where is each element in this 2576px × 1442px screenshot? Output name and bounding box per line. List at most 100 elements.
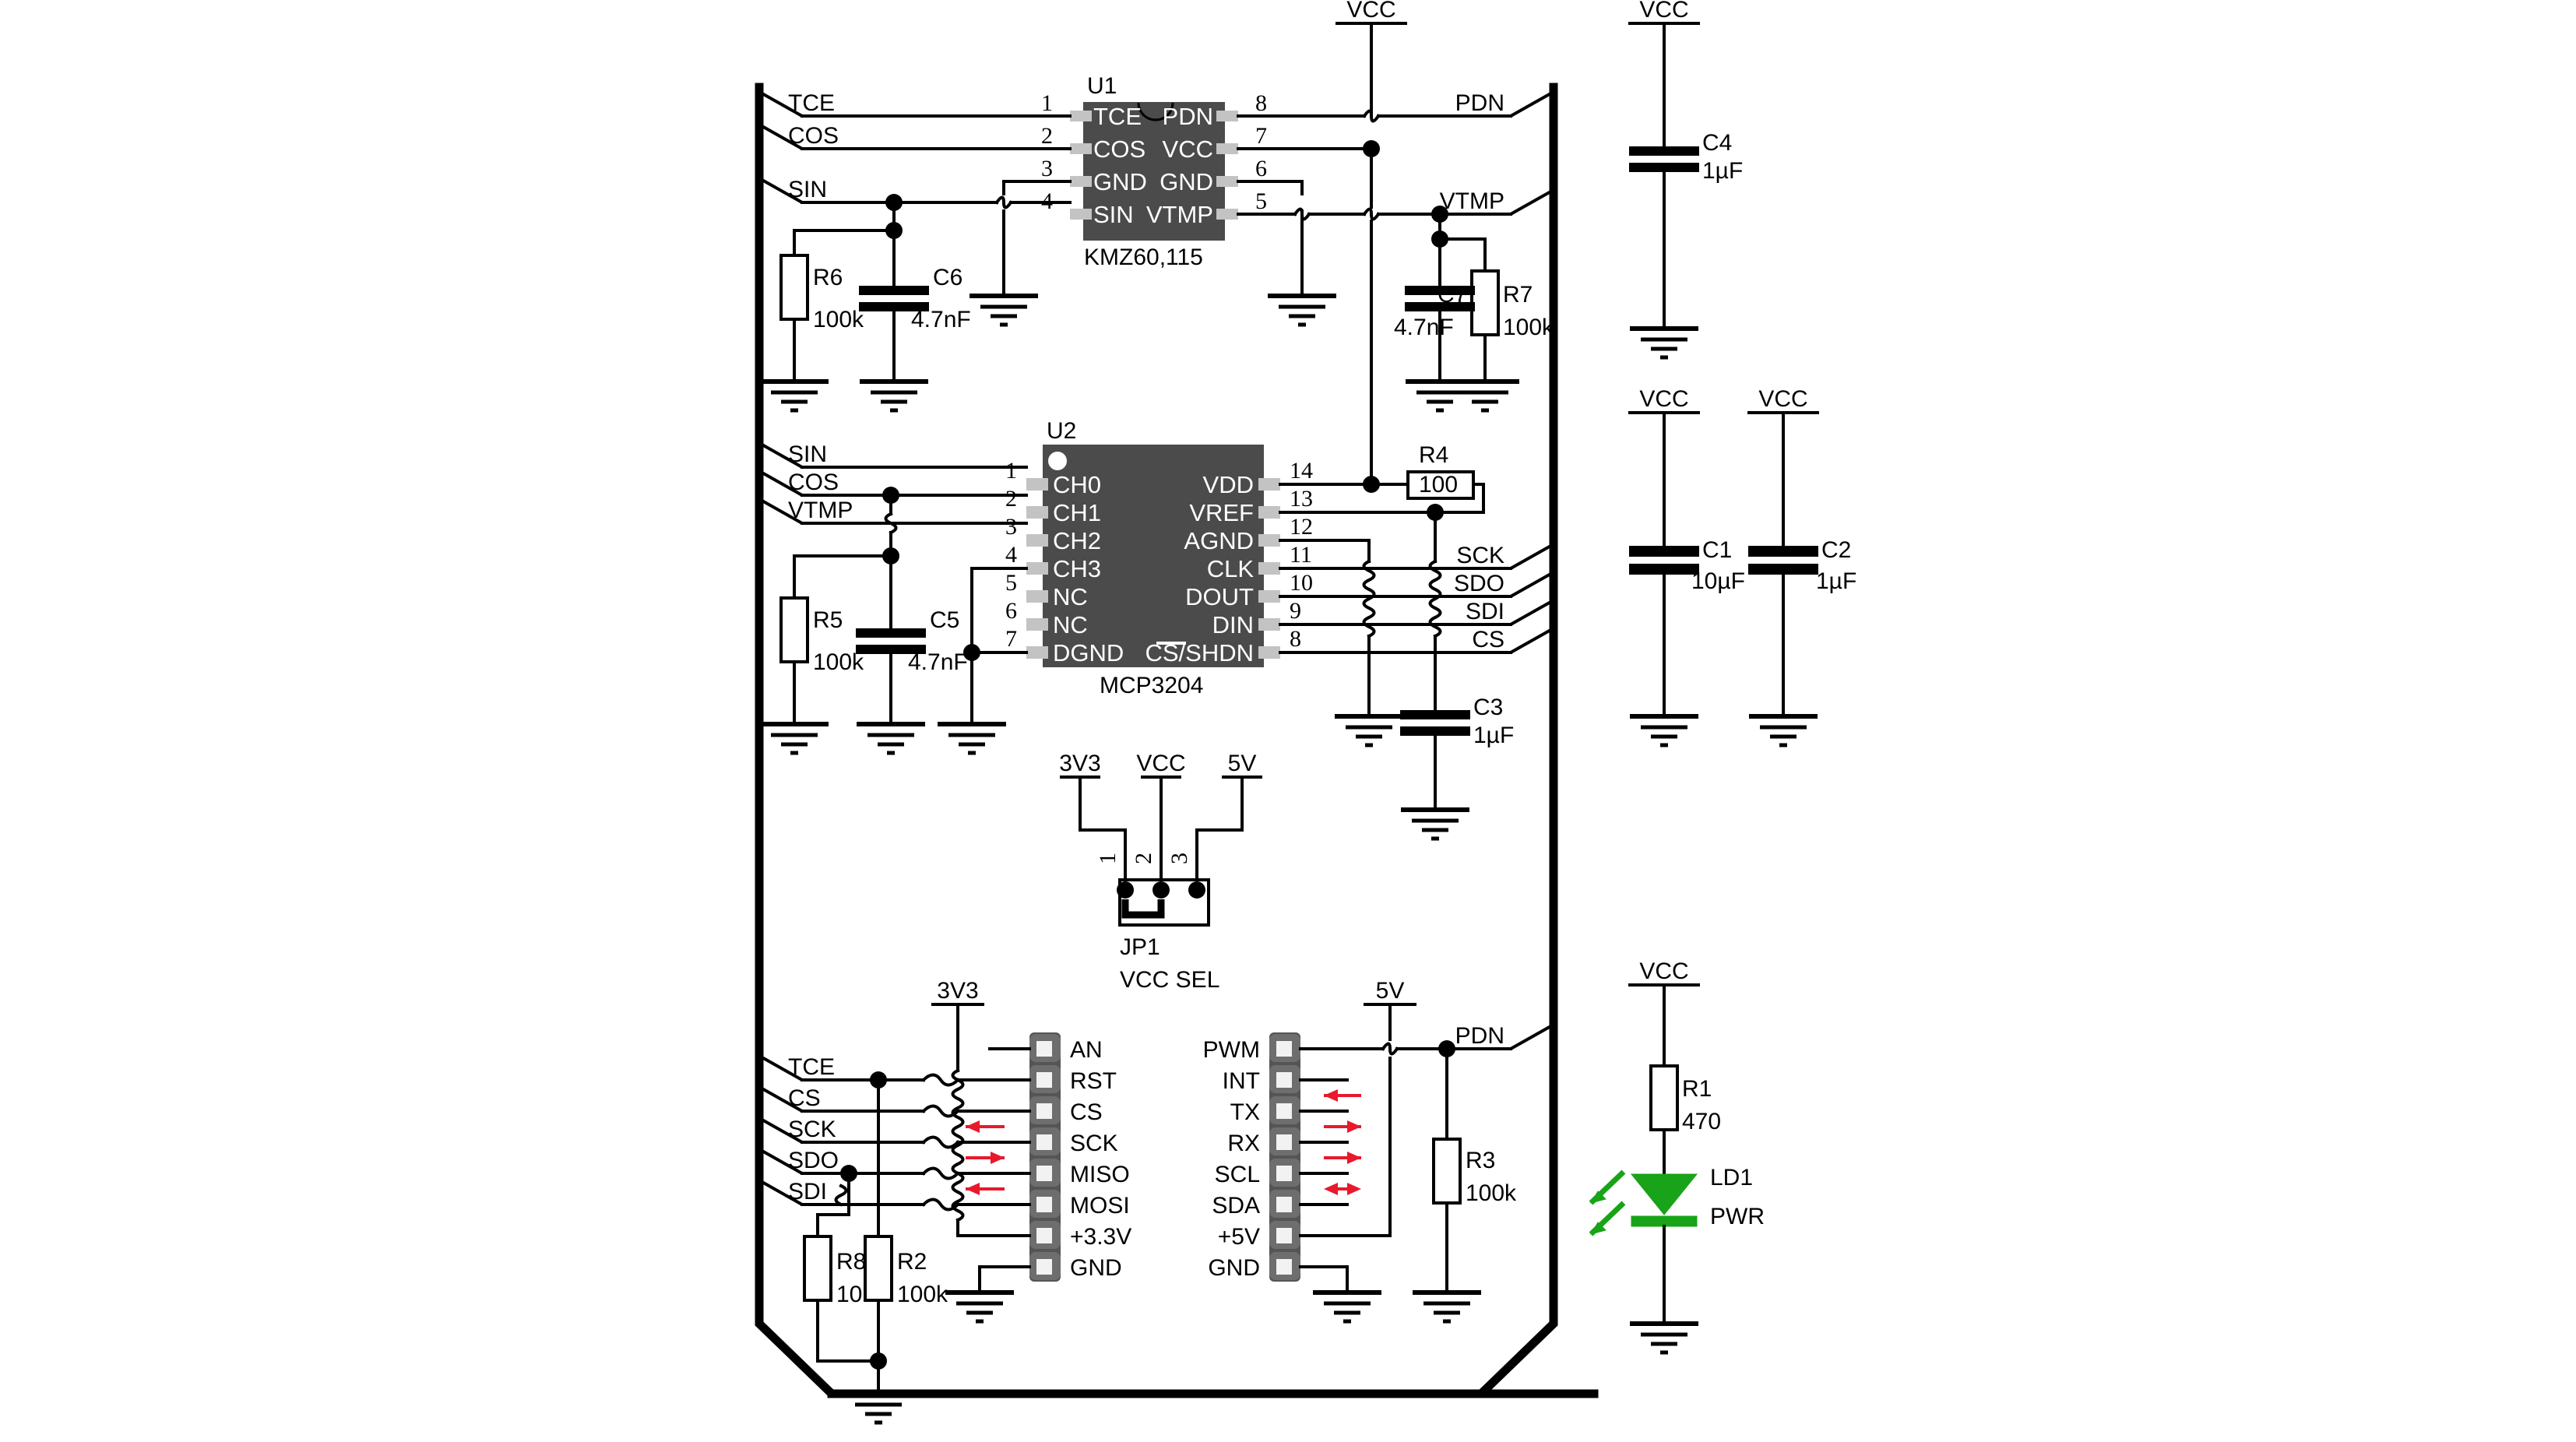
flag-tce-hdr: TCE [759,1054,835,1080]
wire-u1-gnd6-a [1238,181,1302,194]
u1-pad-3 [1070,176,1092,187]
header-left-pin-an: AN [1070,1037,1103,1063]
u2-pin-label-7: DGND [1053,639,1124,666]
u2-pin-label-10: DOUT [1185,583,1254,610]
u2-pinnum-6: 6 [1005,598,1017,624]
c4-refdes: C4 [1702,130,1732,156]
u2-pad-13 [1258,506,1280,519]
u2-pad-5 [1026,590,1048,603]
vcc-label-led: VCC [1639,958,1688,984]
wire-u2-ch3-gnd [972,568,1026,652]
jp1-pad-3[interactable] [1188,881,1205,899]
flag-vtmp-u1: VTMP [1440,188,1554,214]
u2-pinnum-14: 14 [1290,458,1313,484]
gnd-r3 [1413,1293,1481,1321]
cap-c2-group: VCC C2 1µF [1748,386,1856,745]
flag-sin-u1: SIN [759,177,827,202]
u1-pin-label-8: PDN [1163,103,1213,130]
flag-sdi-hdr: SDI [759,1179,827,1205]
wire-u1-gnd3-a [1004,181,1070,194]
jp1-pad-1[interactable] [1117,881,1134,899]
resistor-r7 [1472,271,1498,335]
header-right-pin-scl: SCL [1215,1162,1260,1187]
u2-pin-label-12: AGND [1184,527,1254,554]
u1-pad-7 [1216,143,1238,154]
flag-label-sdi-hdr: SDI [788,1179,827,1205]
u2-pin-label-6: NC [1053,611,1088,638]
flag-sin-u2: SIN [759,441,827,467]
gnd-c3 [1401,810,1469,839]
header-left[interactable]: AN RST CS SCK MISO MOSI +3.3V GND [1029,1032,1131,1282]
gnd-c5 [857,724,925,753]
jumper-jp1[interactable]: 3V3 VCC 5V 1 2 3 JP1 VCC SEL [1059,751,1261,993]
flag-cs-hdr: CS [759,1085,821,1111]
jp1-pinnum-2: 2 [1131,853,1156,864]
wire-5v-to-pin [1300,1058,1390,1236]
header-right-pin-gnd: GND [1208,1255,1260,1281]
u2-pin-label-1: CH0 [1053,471,1101,498]
u1-pin-label-7: VCC [1163,135,1213,163]
c2-plate-top [1748,546,1818,557]
u1-pinnum-8: 8 [1255,90,1267,116]
junction-r8-r2 [870,1352,887,1370]
u2-pad-11 [1258,562,1280,575]
flag-label-vtmp-u2: VTMP [788,498,853,523]
flag-sdo-u2: SDO [1454,571,1554,596]
u1-pad-5 [1216,209,1238,220]
jp1-pad-2[interactable] [1153,881,1170,899]
u1-pinnum-7: 7 [1255,123,1267,149]
flag-sdi-u2: SDI [1466,599,1554,624]
flag-label-pdn-hdr: PDN [1455,1023,1504,1049]
arrow-tx-right-icon [1324,1120,1361,1133]
u2-pad-8 [1258,646,1280,659]
led-circuit: VCC R1 470 LD1 PWR [1591,958,1765,1352]
flag-label-sdi: SDI [1466,599,1504,624]
jp1-refdes: JP1 [1120,934,1160,960]
u2-pinnum-12: 12 [1290,514,1313,540]
c5-plate-top [856,628,926,638]
r4-value: 100 [1419,472,1458,498]
cap-c4-group: VCC C4 1µF [1629,0,1743,357]
u2-pin-label-11: CLK [1207,555,1255,582]
gnd-c4 [1630,329,1698,357]
jp1-pinnum-1: 1 [1095,853,1121,864]
wire-hop-sdi-x [836,1186,846,1205]
flag-sck-u2: SCK [1456,543,1554,568]
gnd-u2-agnd [1335,716,1403,745]
u2-part-name: MCP3204 [1100,673,1203,698]
u2-pad-9 [1258,618,1280,631]
gnd-r6 [760,382,829,410]
header-right-pin-5v: +5V [1218,1224,1260,1250]
u1-pad-1 [1070,111,1092,121]
wire-hop-vtmp-2 [1364,209,1378,220]
vcc-label-c2: VCC [1758,386,1807,412]
gnd-c7 [1406,382,1474,410]
header-right[interactable]: PWM INT TX RX SCL SDA +5V GND [1203,1032,1300,1282]
r6-refdes: R6 [813,265,843,290]
u2-pinnum-4: 4 [1005,542,1017,568]
flag-pdn-u1: PDN [1455,90,1554,116]
resistor-r8 [804,1236,831,1300]
jp1-pinnum-3: 3 [1167,853,1192,864]
flag-cs-u2: CS [1472,627,1554,652]
jp1-net-vcc: VCC [1136,751,1185,776]
u1-pad-8 [1216,111,1238,121]
c4-value: 1µF [1702,158,1743,184]
flag-label-tce-hdr: TCE [788,1054,835,1080]
c2-plate-bot [1748,564,1818,575]
u2-pinnum-13: 13 [1290,486,1313,512]
ld1-label: PWR [1710,1204,1765,1229]
u1-pin-label-1: TCE [1093,103,1142,130]
gnd-c6 [860,382,928,410]
header-left-pin-sck: SCK [1070,1131,1118,1156]
r7-refdes: R7 [1503,282,1533,308]
led-emission-arrows-icon [1591,1172,1624,1234]
gnd-hdr-right [1313,1293,1381,1321]
u2-refdes: U2 [1047,418,1076,444]
u2-pin-label-5: NC [1053,583,1088,610]
u1-pad-2 [1070,143,1092,154]
u2-pinnum-10: 10 [1290,570,1313,596]
header-right-pin-pwm: PWM [1203,1037,1260,1063]
wire-hdr-left-gnd [980,1267,1029,1293]
flag-label-cs: CS [1472,627,1504,652]
